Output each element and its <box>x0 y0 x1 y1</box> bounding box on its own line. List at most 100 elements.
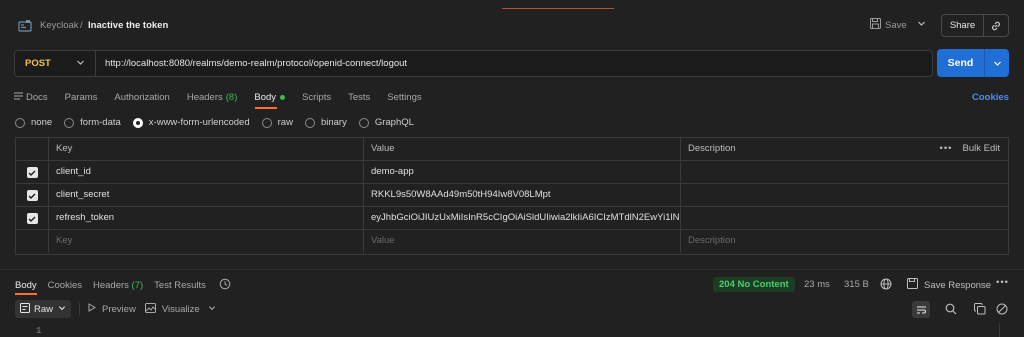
row-key[interactable]: refresh_token <box>49 207 364 230</box>
visualize-button[interactable]: Visualize <box>144 302 216 316</box>
tab-tests[interactable]: Tests <box>348 92 370 103</box>
response-tab-cookies[interactable]: Cookies <box>48 280 82 291</box>
response-tab-test-results[interactable]: Test Results <box>154 280 206 291</box>
radio-raw[interactable]: raw <box>261 117 293 128</box>
row-checkbox[interactable] <box>26 190 38 201</box>
response-time[interactable]: 23 ms <box>804 279 830 290</box>
visualize-icon <box>144 302 156 316</box>
params-table: Key Value Description ••• Bulk Edit clie… <box>15 137 1009 255</box>
copy-icon[interactable] <box>974 303 986 318</box>
response-toolbar: Raw Preview Visualize <box>15 300 225 318</box>
response-headers-label: Headers <box>92 280 129 291</box>
radio-circle[interactable] <box>304 117 315 128</box>
row-checkbox[interactable] <box>26 167 38 178</box>
share-label: Share <box>942 15 984 36</box>
radio-circle[interactable] <box>358 117 369 128</box>
table-row: client_secret RKKL9s50W8AAd49m50tH94Iw8V… <box>16 184 1008 207</box>
radio-circle-selected[interactable] <box>132 117 143 128</box>
row-value[interactable]: RKKL9s50W8AAd49m50tH94Iw8V08LMpt <box>364 184 681 207</box>
collection-icon <box>18 19 32 33</box>
send-button[interactable]: Send <box>937 49 1009 77</box>
line-number: 1 <box>36 326 42 336</box>
method-select[interactable]: POST <box>16 51 96 76</box>
new-key-input[interactable]: Key <box>49 230 364 253</box>
search-icon[interactable] <box>945 303 957 318</box>
cookies-link[interactable]: Cookies <box>972 92 1009 103</box>
radio-circle[interactable] <box>261 117 272 128</box>
preview-button[interactable]: Preview <box>88 303 136 315</box>
row-description[interactable] <box>681 161 1008 184</box>
row-checkbox-cell <box>16 230 49 253</box>
active-tab-indicator <box>255 107 277 109</box>
headers-count: (8) <box>225 91 238 103</box>
history-icon[interactable] <box>219 278 231 293</box>
radio-form-data[interactable]: form-data <box>64 117 121 128</box>
row-checkbox-cell <box>16 161 49 184</box>
method-label: POST <box>25 58 51 69</box>
row-checkbox[interactable] <box>26 213 38 224</box>
chevron-down-icon[interactable] <box>208 304 216 315</box>
row-value[interactable]: eyJhbGciOiJIUzUxMiIsInR5cCIgOiAiSldUIiwi… <box>364 207 681 230</box>
row-key[interactable]: client_secret <box>49 184 364 207</box>
header-checkbox-cell <box>16 138 49 161</box>
row-key[interactable]: client_id <box>49 161 364 184</box>
visualize-label: Visualize <box>161 303 200 315</box>
row-checkbox-cell <box>16 184 49 207</box>
radio-binary-label: binary <box>320 117 347 128</box>
url-bar: POST <box>14 50 933 77</box>
tab-settings[interactable]: Settings <box>387 92 421 103</box>
bulk-edit-button[interactable]: ••• Bulk Edit <box>940 138 1000 160</box>
radio-form-data-label: form-data <box>80 117 121 128</box>
radio-binary[interactable]: binary <box>304 117 347 128</box>
save-response-button[interactable]: Save Response <box>907 278 991 292</box>
radio-none[interactable]: none <box>15 117 52 128</box>
radio-urlencoded[interactable]: x-www-form-urlencoded <box>132 117 250 128</box>
tab-authorization[interactable]: Authorization <box>114 92 169 103</box>
column-header-key: Key <box>49 138 364 161</box>
new-description-input[interactable]: Description <box>681 230 1008 253</box>
share-button[interactable]: Share <box>941 14 1009 37</box>
link-icon[interactable] <box>984 20 1008 32</box>
new-value-input[interactable]: Value <box>364 230 681 253</box>
request-title[interactable]: Inactive the token <box>88 20 168 31</box>
clear-icon[interactable] <box>996 303 1008 318</box>
breadcrumb-collection[interactable]: Keycloak <box>40 20 79 31</box>
row-description[interactable] <box>681 184 1008 207</box>
tab-body-label: Body <box>254 91 277 103</box>
row-value[interactable]: demo-app <box>364 161 681 184</box>
radio-circle[interactable] <box>15 117 25 128</box>
response-size[interactable]: 315 B <box>844 279 869 290</box>
chevron-down-icon[interactable] <box>917 19 926 31</box>
status-badge[interactable]: 204 No Content <box>713 277 795 292</box>
tab-params[interactable]: Params <box>65 92 98 103</box>
response-tab-body[interactable]: Body <box>15 280 37 291</box>
tab-scripts[interactable]: Scripts <box>302 92 331 103</box>
radio-graphql[interactable]: GraphQL <box>358 117 414 128</box>
chevron-down-icon <box>58 304 66 315</box>
response-tab-headers[interactable]: Headers (7) <box>93 280 143 291</box>
request-tabs: Docs Params Authorization Headers (8) Bo… <box>14 90 439 104</box>
column-header-value: Value <box>364 138 681 161</box>
raw-view-select[interactable]: Raw <box>15 300 72 318</box>
chevron-down-icon[interactable] <box>985 49 1009 77</box>
docs-icon <box>14 92 23 103</box>
wrap-icon[interactable] <box>912 301 930 318</box>
chevron-down-icon <box>76 58 85 70</box>
tab-body[interactable]: Body <box>254 91 286 103</box>
tab-docs[interactable]: Docs <box>14 92 48 103</box>
table-row: refresh_token eyJhbGciOiJIUzUxMiIsInR5cC… <box>16 207 1008 230</box>
response-scrollbar[interactable] <box>999 323 1000 337</box>
row-description[interactable] <box>681 207 1008 230</box>
more-icon[interactable]: ••• <box>996 277 1009 288</box>
radio-graphql-label: GraphQL <box>374 117 414 128</box>
radio-circle[interactable] <box>64 117 75 128</box>
description-header-label: Description <box>688 143 736 154</box>
save-button[interactable]: Save <box>870 14 926 36</box>
table-header-row: Key Value Description ••• Bulk Edit <box>16 138 1008 161</box>
response-divider[interactable] <box>0 269 1024 270</box>
globe-icon[interactable] <box>880 278 892 293</box>
more-icon[interactable]: ••• <box>940 138 953 160</box>
top-accent-line <box>502 8 614 9</box>
url-input[interactable] <box>105 58 905 69</box>
tab-headers[interactable]: Headers (8) <box>187 92 238 103</box>
